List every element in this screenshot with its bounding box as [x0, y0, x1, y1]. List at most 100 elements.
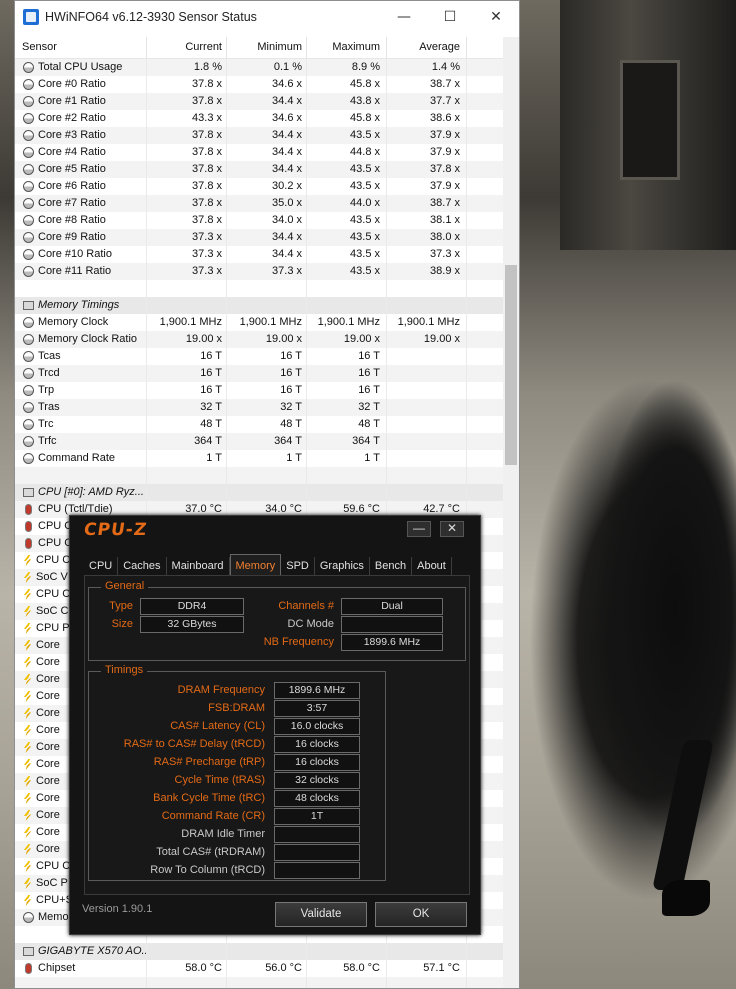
memory-panel: General Type DDR4 Size 32 GBytes Channel…	[84, 575, 470, 895]
bolt-icon	[23, 844, 32, 855]
chip-icon	[23, 488, 34, 497]
ok-button[interactable]: OK	[375, 902, 467, 927]
table-row[interactable]	[15, 977, 505, 988]
table-row[interactable]: Total CPU Usage 1.8 % 0.1 % 8.9 % 1.4 %	[15, 59, 505, 76]
average-value	[387, 484, 467, 501]
tab-bench[interactable]: Bench	[370, 557, 413, 575]
table-row[interactable]: Core #6 Ratio 37.8 x 30.2 x 43.5 x 37.9 x	[15, 178, 505, 195]
maximize-button[interactable]: ☐	[427, 1, 473, 33]
table-row[interactable]: Trfc 364 T 364 T 364 T	[15, 433, 505, 450]
current-value: 58.0 °C	[147, 960, 227, 977]
sensor-name: Core #3 Ratio	[38, 129, 106, 141]
table-row[interactable]: Trp 16 T 16 T 16 T	[15, 382, 505, 399]
minimum-value: 16 T	[227, 365, 307, 382]
bolt-icon	[23, 572, 32, 583]
tab-cpu[interactable]: CPU	[84, 557, 119, 575]
average-value: 1,900.1 MHz	[387, 314, 467, 331]
table-row[interactable]: Core #8 Ratio 37.8 x 34.0 x 43.5 x 38.1 x	[15, 212, 505, 229]
sensor-group-row[interactable]: CPU [#0]: AMD Ryz...	[15, 484, 505, 501]
bolt-icon	[23, 657, 32, 668]
sensor-name: Memo	[38, 911, 69, 923]
maximum-value: 16 T	[307, 348, 387, 365]
column-header-current[interactable]: Current	[147, 37, 227, 59]
timing-label: Cycle Time (tRAS)	[174, 774, 265, 786]
table-row[interactable]: Core #2 Ratio 43.3 x 34.6 x 45.8 x 38.6 x	[15, 110, 505, 127]
gauge-icon	[23, 147, 34, 158]
sensor-name-cell: Tcas	[15, 348, 147, 365]
table-row[interactable]: Tcas 16 T 16 T 16 T	[15, 348, 505, 365]
tab-about[interactable]: About	[412, 557, 452, 575]
size-value: 32 GBytes	[140, 616, 244, 633]
tab-mainboard[interactable]: Mainboard	[167, 557, 230, 575]
column-header-average[interactable]: Average	[387, 37, 467, 59]
close-button[interactable]: ✕	[473, 1, 519, 33]
timing-value: 16 clocks	[274, 736, 360, 753]
table-row[interactable]: Tras 32 T 32 T 32 T	[15, 399, 505, 416]
table-row[interactable]: Core #3 Ratio 37.8 x 34.4 x 43.5 x 37.9 x	[15, 127, 505, 144]
sensor-name-cell: Core #5 Ratio	[15, 161, 147, 178]
dcmode-value	[341, 616, 443, 633]
sensor-group-row[interactable]: Memory Timings	[15, 297, 505, 314]
minimum-value: 37.3 x	[227, 263, 307, 280]
minimize-button[interactable]: —	[381, 1, 427, 33]
sensor-name: Core #11 Ratio	[38, 265, 112, 277]
minimum-value: 35.0 x	[227, 195, 307, 212]
sensor-name-cell: Core #11 Ratio	[15, 263, 147, 280]
table-row[interactable]: Trc 48 T 48 T 48 T	[15, 416, 505, 433]
cpuz-minimize-button[interactable]: —	[407, 521, 431, 537]
table-row[interactable]: Core #5 Ratio 37.8 x 34.4 x 43.5 x 37.8 x	[15, 161, 505, 178]
table-row[interactable]: Core #11 Ratio 37.3 x 37.3 x 43.5 x 38.9 x	[15, 263, 505, 280]
sensor-name: CPU C	[38, 537, 73, 549]
maximum-value: 43.5 x	[307, 161, 387, 178]
table-row[interactable]	[15, 280, 505, 297]
table-row[interactable]: Command Rate 1 T1 T1 T	[15, 450, 505, 467]
gauge-icon	[23, 113, 34, 124]
table-row[interactable]: Memory Clock 1,900.1 MHz 1,900.1 MHz 1,900.…	[15, 314, 505, 331]
hwinfo-titlebar[interactable]: HWiNFO64 v6.12-3930 Sensor Status — ☐ ✕	[15, 1, 519, 33]
sensor-group-row[interactable]: GIGABYTE X570 AO...	[15, 943, 505, 960]
table-row[interactable]: Chipset 58.0 °C 56.0 °C 58.0 °C 57.1 °C	[15, 960, 505, 977]
current-value: 37.8 x	[147, 195, 227, 212]
table-row[interactable]: Trcd 16 T 16 T 16 T	[15, 365, 505, 382]
maximum-value: 58.0 °C	[307, 960, 387, 977]
table-row[interactable]: Core #0 Ratio 37.8 x 34.6 x 45.8 x 38.7 x	[15, 76, 505, 93]
cpuz-window: CPU-Z — ✕ CPU Caches Mainboard Memory SPD Gra…	[69, 515, 481, 935]
sensor-name: Core	[36, 758, 60, 770]
scrollbar-thumb[interactable]	[505, 265, 517, 465]
sensor-name-cell: Core #2 Ratio	[15, 110, 147, 127]
gauge-icon	[23, 79, 34, 90]
gauge-icon	[23, 912, 34, 923]
table-row[interactable]: Memory Clock Ratio 19.00 x 19.00 x 19.00 x1…	[15, 331, 505, 348]
sensor-name: Core	[36, 673, 60, 685]
table-row[interactable]: Core #7 Ratio 37.8 x 35.0 x 44.0 x 38.7 x	[15, 195, 505, 212]
column-header-minimum[interactable]: Minimum	[227, 37, 307, 59]
cpuz-close-button[interactable]: ✕	[440, 521, 464, 537]
current-value	[147, 297, 227, 314]
sensor-name: Core	[36, 741, 60, 753]
table-row[interactable]: Core #4 Ratio 37.8 x 34.4 x 44.8 x 37.9 x	[15, 144, 505, 161]
column-header-sensor[interactable]: Sensor	[15, 37, 147, 59]
column-header-maximum[interactable]: Maximum	[307, 37, 387, 59]
sensor-name: Memory Timings	[38, 299, 120, 311]
maximum-value: 43.8 x	[307, 93, 387, 110]
tab-caches[interactable]: Caches	[118, 557, 167, 575]
minimum-value	[227, 484, 307, 501]
validate-button[interactable]: Validate	[275, 902, 367, 927]
table-row[interactable]	[15, 467, 505, 484]
cpuz-titlebar[interactable]: CPU-Z — ✕	[70, 516, 480, 542]
table-row[interactable]: Core #1 Ratio 37.8 x 34.4 x 43.8 x 37.7 x	[15, 93, 505, 110]
bolt-icon	[23, 691, 32, 702]
sensor-name: SoC P	[36, 877, 68, 889]
tab-spd[interactable]: SPD	[281, 557, 315, 575]
tab-memory[interactable]: Memory	[229, 554, 282, 575]
vertical-scrollbar[interactable]	[503, 37, 519, 988]
timing-label: Row To Column (tRCD)	[150, 864, 265, 876]
minimum-value	[227, 297, 307, 314]
table-row[interactable]: Core #10 Ratio 37.3 x 34.4 x 43.5 x 37.3 x	[15, 246, 505, 263]
table-row[interactable]: Core #9 Ratio 37.3 x 34.4 x 43.5 x 38.0 x	[15, 229, 505, 246]
bolt-icon	[23, 878, 32, 889]
tab-graphics[interactable]: Graphics	[315, 557, 370, 575]
average-value	[387, 433, 467, 450]
sensor-name: Command Rate	[38, 452, 116, 464]
sensor-name-cell	[15, 467, 147, 484]
